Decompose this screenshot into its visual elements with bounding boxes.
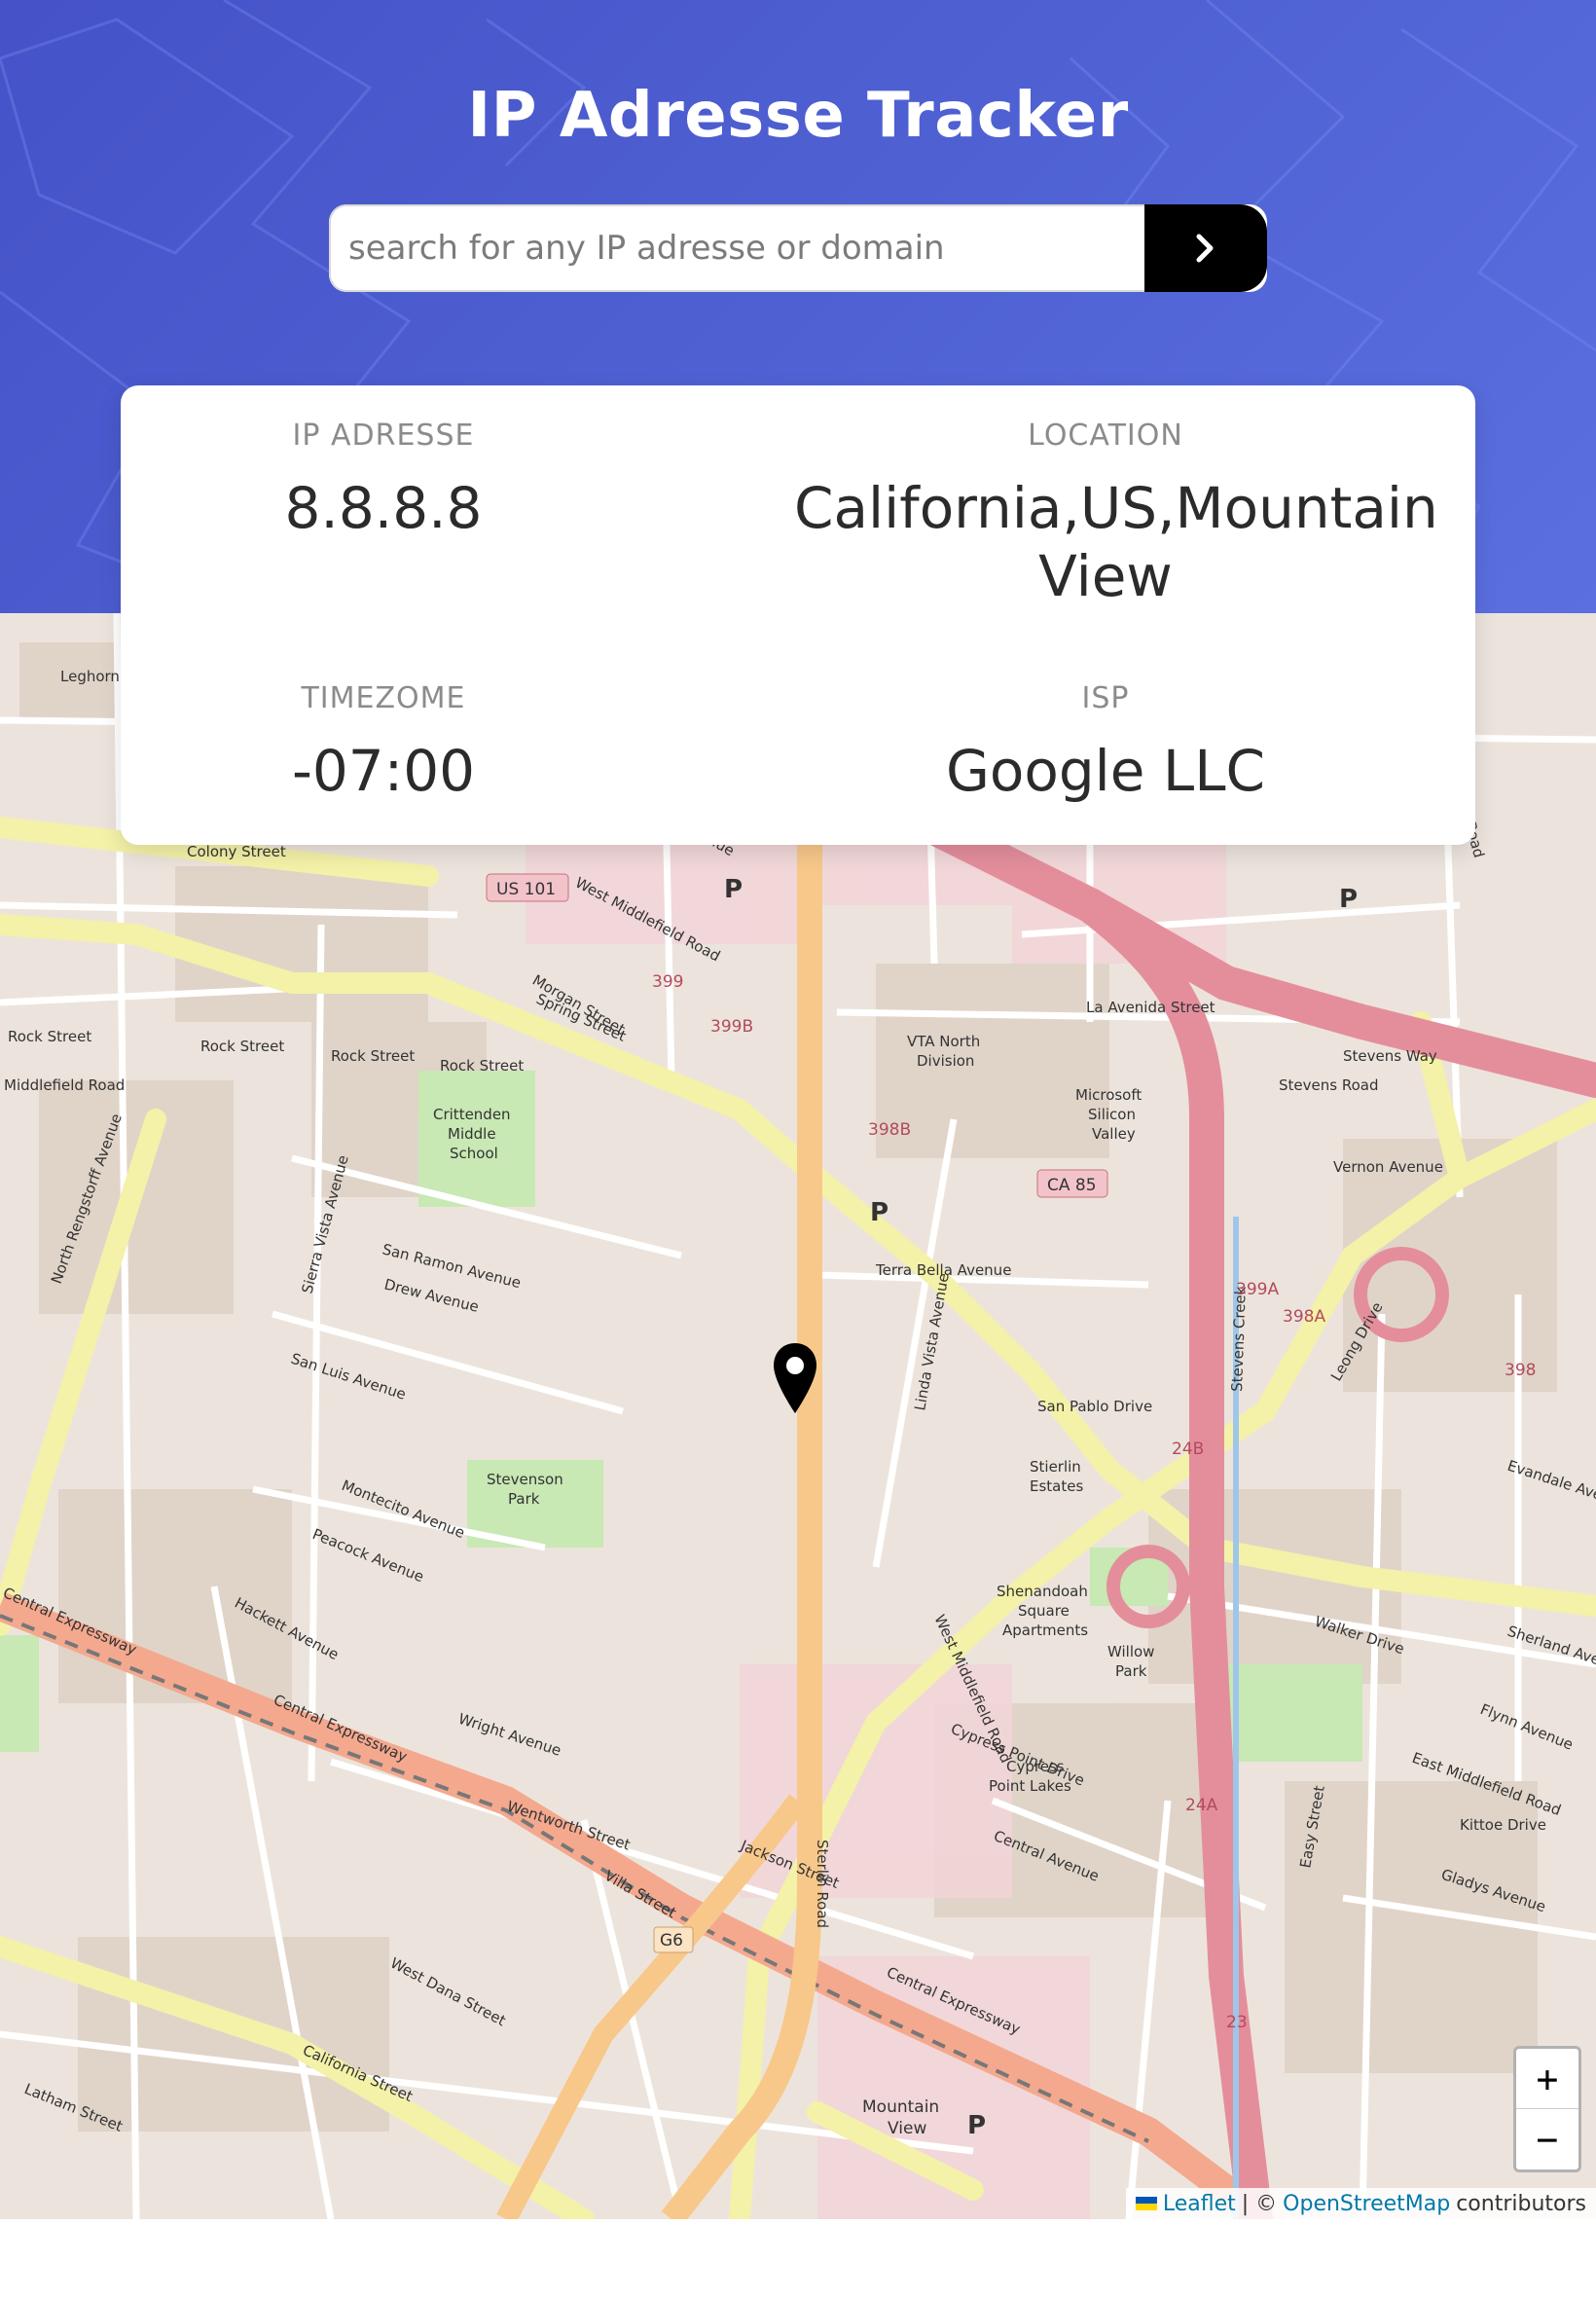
svg-text:398: 398 [1505,1361,1536,1380]
submit-button[interactable] [1144,204,1267,292]
svg-text:US 101: US 101 [496,880,556,899]
svg-text:Stevens Creek: Stevens Creek [1228,1286,1250,1392]
location-label: LOCATION [1028,419,1183,453]
svg-text:Apartments: Apartments [1002,1622,1088,1639]
svg-text:Stevenson: Stevenson [487,1471,563,1488]
map-tiles[interactable]: Middlefield Road West Middlefield Road C… [0,613,1596,2219]
svg-text:23: 23 [1226,2013,1248,2032]
svg-text:San Pablo Drive: San Pablo Drive [1037,1398,1152,1415]
svg-text:CA 85: CA 85 [1047,1176,1097,1195]
ukraine-flag-icon [1135,2197,1157,2210]
svg-text:School: School [450,1145,498,1162]
svg-text:Rock Street: Rock Street [8,1028,91,1045]
isp-label: ISP [1081,681,1130,715]
leaflet-link[interactable]: Leaflet [1163,2192,1236,2216]
isp-value: Google LLC [945,738,1266,804]
svg-text:Middlefield Road: Middlefield Road [4,1076,125,1094]
svg-text:24B: 24B [1172,1440,1204,1459]
svg-text:Estates: Estates [1030,1477,1083,1495]
attribution-separator: | © [1241,2191,1278,2216]
timezone-value: -07:00 [291,738,476,804]
timezone-label: TIMEZOME [301,681,466,715]
svg-text:P: P [967,2111,986,2140]
ip-address-value: 8.8.8.8 [284,475,483,541]
svg-text:Willow: Willow [1107,1643,1154,1660]
location-block: LOCATION California,US,Mountain View [794,419,1438,610]
svg-text:Mountain: Mountain [862,2097,939,2117]
svg-text:Valley: Valley [1092,1125,1136,1143]
svg-text:Silicon: Silicon [1088,1106,1136,1123]
svg-text:P: P [1339,885,1358,914]
svg-text:Rock Street: Rock Street [200,1038,284,1055]
map-pin-icon[interactable] [771,1341,819,1415]
svg-text:Stierlin: Stierlin [1030,1458,1081,1476]
svg-text:24A: 24A [1185,1796,1218,1815]
svg-text:Colony Street: Colony Street [187,843,286,860]
svg-text:Shenandoah: Shenandoah [997,1583,1088,1600]
openstreetmap-link[interactable]: OpenStreetMap [1283,2192,1450,2216]
svg-text:399: 399 [652,972,683,992]
svg-text:398A: 398A [1283,1307,1325,1327]
ip-info-card: IP ADRESSE 8.8.8.8 LOCATION California,U… [121,385,1475,845]
svg-text:Crittenden: Crittenden [433,1106,511,1123]
attribution-suffix: contributors [1456,2191,1586,2216]
page-title: IP Adresse Tracker [467,80,1129,152]
map-attribution: Leaflet | © OpenStreetMap contributors [1125,2188,1596,2219]
search-input[interactable] [329,204,1144,292]
svg-text:Rock Street: Rock Street [331,1047,415,1065]
svg-text:Leghorn: Leghorn [60,668,120,685]
svg-text:Stevens Road: Stevens Road [1279,1076,1378,1094]
svg-text:P: P [870,1198,889,1227]
svg-text:VTA North: VTA North [907,1033,980,1050]
svg-text:Division: Division [917,1052,974,1070]
svg-text:Park: Park [1115,1662,1147,1680]
chevron-right-icon [1196,234,1214,263]
svg-text:Stevens Way: Stevens Way [1343,1047,1437,1065]
zoom-control: + − [1513,2046,1581,2172]
svg-text:Kittoe Drive: Kittoe Drive [1460,1816,1546,1834]
timezone-block: TIMEZOME -07:00 [199,681,568,805]
svg-text:Square: Square [1018,1602,1070,1620]
zoom-in-button[interactable]: + [1516,2049,1578,2109]
map-view[interactable]: Middlefield Road West Middlefield Road C… [0,613,1596,2219]
ip-address-block: IP ADRESSE 8.8.8.8 [199,419,568,542]
svg-text:La Avenida Street: La Avenida Street [1086,999,1215,1016]
svg-text:Vernon Avenue: Vernon Avenue [1333,1158,1443,1176]
svg-text:P: P [724,875,743,904]
search-bar [329,204,1267,292]
svg-text:Park: Park [508,1490,540,1508]
isp-block: ISP Google LLC [794,681,1417,805]
svg-text:View: View [888,2119,926,2138]
svg-text:399A: 399A [1236,1280,1279,1299]
svg-text:Rock Street: Rock Street [440,1057,524,1075]
ip-address-label: IP ADRESSE [292,419,475,453]
svg-text:399B: 399B [710,1017,753,1037]
zoom-out-button[interactable]: − [1516,2109,1578,2169]
svg-text:G6: G6 [660,1931,683,1951]
svg-text:Microsoft: Microsoft [1075,1086,1142,1104]
svg-text:Middle: Middle [448,1125,496,1143]
location-value: California,US,Mountain View [794,475,1438,609]
svg-text:398B: 398B [868,1120,911,1140]
